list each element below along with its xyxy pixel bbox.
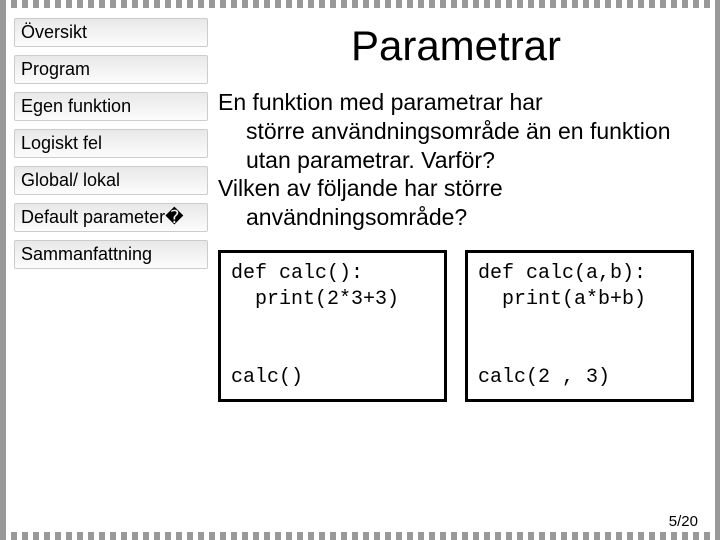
page-number: 5/20 <box>669 513 698 530</box>
sidebar-item-label: Default parameter� <box>21 207 184 227</box>
sidebar-item-label: Egen funktion <box>21 96 131 116</box>
para-indent-2: användningsområde? <box>218 203 694 232</box>
para-line-2: Vilken av följande har större <box>218 175 503 201</box>
sidebar-item-program[interactable]: Program <box>14 55 208 84</box>
sidebar-item-oversikt[interactable]: Översikt <box>14 18 208 47</box>
para-line-1: En funktion med parametrar har <box>218 89 543 115</box>
code-box-right: def calc(a,b): print(a*b+b) calc(2 , 3) <box>465 250 694 402</box>
sidebar-item-label: Global/ lokal <box>21 170 120 190</box>
body-text: En funktion med parametrar har större an… <box>218 88 694 232</box>
sidebar-item-logiskt-fel[interactable]: Logiskt fel <box>14 129 208 158</box>
sidebar-item-label: Sammanfattning <box>21 244 152 264</box>
sidebar-item-label: Program <box>21 59 90 79</box>
code-row: def calc(): print(2*3+3) calc() def calc… <box>218 250 694 402</box>
code-box-left: def calc(): print(2*3+3) calc() <box>218 250 447 402</box>
sidebar-item-label: Översikt <box>21 22 87 42</box>
main-content: Parametrar En funktion med parametrar ha… <box>208 8 712 532</box>
sidebar-item-default-parameter[interactable]: Default parameter� <box>14 203 208 232</box>
sidebar-item-label: Logiskt fel <box>21 133 102 153</box>
sidebar-item-global-lokal[interactable]: Global/ lokal <box>14 166 208 195</box>
para-indent-1: större användningsområde än en funktion … <box>218 117 694 175</box>
slide: Översikt Program Egen funktion Logiskt f… <box>0 0 720 540</box>
sidebar-item-sammanfattning[interactable]: Sammanfattning <box>14 240 208 269</box>
sidebar-item-egen-funktion[interactable]: Egen funktion <box>14 92 208 121</box>
sidebar: Översikt Program Egen funktion Logiskt f… <box>8 8 208 532</box>
page-title: Parametrar <box>218 22 694 70</box>
